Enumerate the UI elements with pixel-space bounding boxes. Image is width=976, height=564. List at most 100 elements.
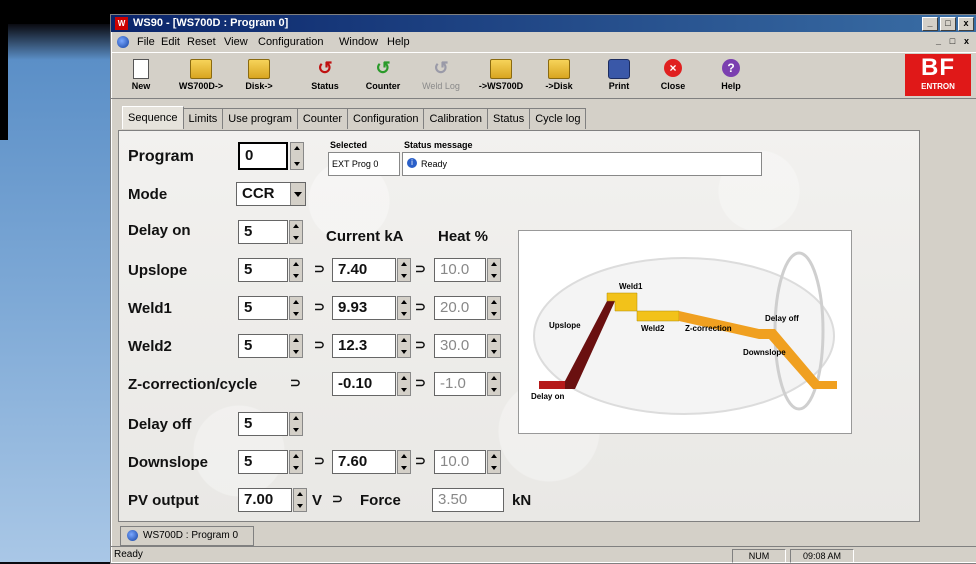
- close-window-button[interactable]: x: [958, 17, 974, 31]
- weld-log-icon: ↺: [433, 58, 449, 78]
- info-icon: i: [407, 158, 417, 168]
- weld2-field[interactable]: 5: [238, 334, 303, 358]
- weld2-current-field[interactable]: 12.3: [332, 334, 411, 358]
- upslope-spinner[interactable]: [289, 258, 303, 282]
- folder-open-icon: [248, 59, 270, 79]
- program-field[interactable]: 0: [238, 142, 304, 170]
- link-icon: ⊃: [314, 453, 325, 468]
- title-bar[interactable]: W WS90 - [WS700D : Program 0] _ □ x: [111, 15, 976, 32]
- weld2-spinner[interactable]: [289, 334, 303, 358]
- delay-on-label: Delay on: [128, 222, 191, 239]
- menu-reset[interactable]: Reset: [187, 36, 216, 48]
- save-to-disk-button[interactable]: ->Disk: [531, 56, 587, 96]
- pv-output-label: PV output: [128, 492, 199, 509]
- upslope-current-spinner[interactable]: [397, 258, 411, 282]
- downslope-current-spinner[interactable]: [397, 450, 411, 474]
- program-label: Program: [128, 148, 194, 165]
- downslope-current-field[interactable]: 7.60: [332, 450, 411, 474]
- weld1-current-field[interactable]: 9.93: [332, 296, 411, 320]
- document-icon[interactable]: [117, 36, 129, 48]
- window-title: WS90 - [WS700D : Program 0]: [133, 17, 289, 29]
- clock: 09:08 AM: [790, 549, 854, 563]
- weld2-current-spinner[interactable]: [397, 334, 411, 358]
- upslope-field[interactable]: 5: [238, 258, 303, 282]
- tab-status[interactable]: Status: [487, 108, 531, 129]
- status-header: Selected Status message EXT Prog 0 i Rea…: [328, 140, 762, 176]
- close-button[interactable]: × Close: [645, 56, 701, 96]
- status-bar: Ready NUM 09:08 AM: [110, 546, 976, 563]
- delay-off-label: Delay off: [128, 416, 192, 433]
- mdi-close-button[interactable]: x: [960, 36, 973, 47]
- desktop-left-band: [0, 0, 8, 140]
- z-correction-current-field[interactable]: -0.10: [332, 372, 411, 396]
- delay-on-field[interactable]: 5: [238, 220, 303, 244]
- new-document-icon: [133, 59, 149, 79]
- weld2-segment: [636, 310, 680, 322]
- downslope-heat-field: 10.0: [434, 450, 501, 474]
- tab-cycle-log[interactable]: Cycle log: [529, 108, 587, 129]
- menu-configuration[interactable]: Configuration: [258, 36, 323, 48]
- help-button[interactable]: ? Help: [703, 56, 759, 96]
- menu-help[interactable]: Help: [387, 36, 410, 48]
- menu-window[interactable]: Window: [339, 36, 378, 48]
- mdi-restore-button[interactable]: □: [946, 36, 959, 47]
- z-correction-current-spinner[interactable]: [397, 372, 411, 396]
- delay-off-field[interactable]: 5: [238, 412, 303, 436]
- weld2-heat-field: 30.0: [434, 334, 501, 358]
- status-message-value: Ready: [421, 159, 448, 169]
- tab-calibration[interactable]: Calibration: [423, 108, 489, 129]
- menu-file[interactable]: File: [137, 36, 155, 48]
- close-icon: ×: [664, 59, 682, 77]
- upslope-heat-spinner: [487, 258, 501, 282]
- send-to-ws700d-button[interactable]: ->WS700D: [473, 56, 529, 96]
- document-tab-label: WS700D : Program 0: [143, 530, 239, 541]
- pv-output-field[interactable]: 7.00: [238, 488, 307, 512]
- upslope-current-field[interactable]: 7.40: [332, 258, 411, 282]
- pv-output-spinner[interactable]: [293, 488, 307, 512]
- link-icon: ⊃: [415, 337, 426, 352]
- selected-box: EXT Prog 0: [328, 152, 400, 176]
- delay-on-segment: [539, 381, 565, 389]
- minimize-button[interactable]: _: [922, 17, 938, 31]
- delay-on-spinner[interactable]: [289, 220, 303, 244]
- tab-sequence[interactable]: Sequence: [122, 106, 184, 129]
- weld1-current-spinner[interactable]: [397, 296, 411, 320]
- menu-edit[interactable]: Edit: [161, 36, 180, 48]
- status-button[interactable]: ↺ Status: [297, 56, 353, 96]
- load-from-disk-button[interactable]: Disk->: [231, 56, 287, 96]
- link-icon: ⊃: [415, 375, 426, 390]
- menu-view[interactable]: View: [224, 36, 248, 48]
- pv-unit: V: [312, 492, 323, 509]
- label-upslope: Upslope: [549, 321, 581, 330]
- heat-header: Heat %: [438, 228, 489, 245]
- tab-use-program[interactable]: Use program: [222, 108, 298, 129]
- program-spinner[interactable]: [290, 142, 304, 170]
- force-field: 3.50: [432, 488, 504, 512]
- tab-configuration[interactable]: Configuration: [347, 108, 425, 129]
- delay-off-spinner[interactable]: [289, 412, 303, 436]
- label-delay-off: Delay off: [765, 314, 799, 323]
- tab-counter[interactable]: Counter: [296, 108, 348, 129]
- maximize-button[interactable]: □: [940, 17, 956, 31]
- mode-select[interactable]: CCR: [236, 182, 306, 206]
- weld1-field[interactable]: 5: [238, 296, 303, 320]
- document-tab[interactable]: WS700D : Program 0: [120, 526, 254, 546]
- counter-button[interactable]: ↺ Counter: [355, 56, 411, 96]
- downslope-spinner[interactable]: [289, 450, 303, 474]
- tab-limits[interactable]: Limits: [182, 108, 224, 129]
- weld2-heat-spinner: [487, 334, 501, 358]
- z-correction-heat-spinner: [487, 372, 501, 396]
- status-icon: ↺: [317, 58, 333, 78]
- new-button[interactable]: New: [113, 56, 169, 96]
- weld1-spinner[interactable]: [289, 296, 303, 320]
- link-icon: ⊃: [415, 261, 426, 276]
- mdi-minimize-button[interactable]: _: [932, 36, 945, 47]
- document-icon: [127, 530, 138, 541]
- mode-label: Mode: [128, 186, 168, 203]
- load-from-ws700d-button[interactable]: WS700D->: [173, 56, 229, 96]
- label-z-correction: Z-correction: [685, 324, 732, 333]
- downslope-field[interactable]: 5: [238, 450, 303, 474]
- label-weld2: Weld2: [641, 324, 665, 333]
- print-button[interactable]: Print: [591, 56, 647, 96]
- chevron-down-icon[interactable]: [290, 183, 305, 205]
